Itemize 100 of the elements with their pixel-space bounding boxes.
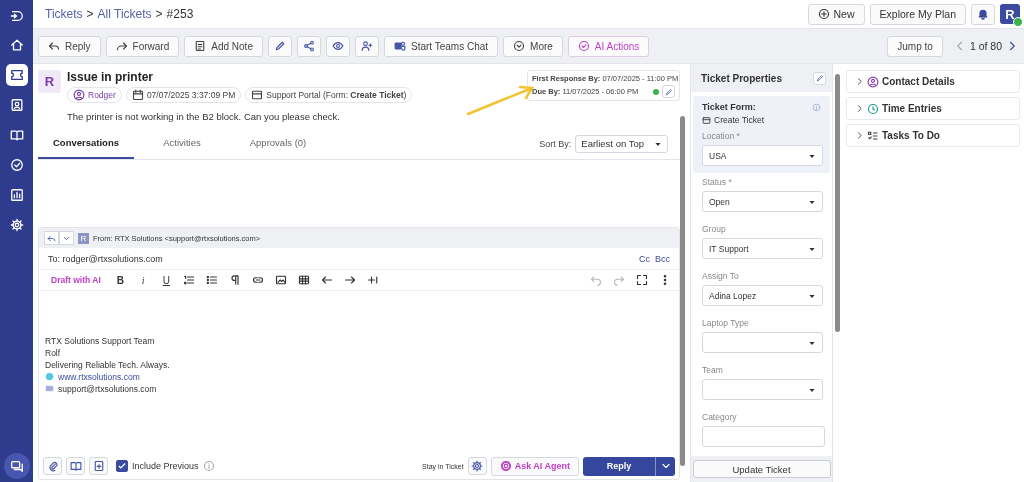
ask-ai-agent-button[interactable]: Ask AI Agent [490, 456, 579, 476]
pencil-icon [273, 40, 286, 52]
status-dot [653, 88, 659, 95]
flower-icon [499, 460, 512, 472]
sidebar-item[interactable] [5, 64, 28, 86]
chat-button[interactable] [3, 453, 30, 479]
scrollbar[interactable] [680, 116, 685, 466]
cc-link[interactable]: Cc [639, 253, 650, 264]
notifications-button[interactable] [971, 3, 995, 25]
reply-icon [47, 233, 56, 243]
eye-button[interactable] [325, 35, 350, 57]
reply-mode-button[interactable] [44, 231, 59, 245]
attach-button[interactable] [43, 457, 62, 475]
breadcrumb-current: #253 [166, 7, 194, 21]
accordion-section[interactable]: Tasks To Do [846, 124, 1020, 147]
reply-options-button[interactable] [655, 456, 675, 476]
info-icon [202, 460, 215, 472]
breadcrumb-link[interactable]: Tickets [45, 7, 83, 21]
user-icon [867, 75, 879, 88]
fullscreen-icon [635, 274, 648, 286]
field-label: Group [702, 224, 727, 234]
add-file-icon [92, 460, 105, 472]
contact-icon [9, 98, 24, 112]
draft-with-ai-button[interactable]: Draft with AI [51, 275, 107, 285]
form-icon [251, 89, 264, 101]
tab[interactable]: Conversations [38, 128, 134, 159]
share-icon [302, 40, 315, 52]
ticket-form-value: Create Ticket [714, 115, 765, 125]
pencil-icon [815, 74, 824, 82]
explore-plan-button[interactable]: Explore My Plan [869, 3, 966, 25]
forward-icon [115, 40, 128, 52]
ai-actions-button[interactable]: AI Actions [567, 35, 650, 57]
ticket-form-label: Ticket Form: [702, 102, 756, 112]
breadcrumb-separator: > [86, 7, 94, 21]
mail-icon [45, 384, 54, 393]
user-icon [73, 89, 85, 101]
book-icon [69, 460, 82, 472]
image-icon [275, 274, 288, 286]
chart-icon [9, 188, 24, 202]
field-label: Location * [702, 131, 741, 141]
toolbar-button[interactable]: Reply [38, 35, 101, 57]
select-field[interactable]: Adina Lopez [702, 285, 823, 306]
logo-icon [9, 9, 24, 23]
italic-button[interactable]: i [133, 272, 153, 288]
accordion-section[interactable]: Time Entries [846, 97, 1020, 120]
share-button[interactable] [296, 35, 321, 57]
breadcrumb-separator: > [155, 7, 163, 21]
paperclip-icon [46, 460, 59, 472]
include-previous-checkbox[interactable] [116, 460, 128, 472]
user-avatar[interactable]: R [1000, 4, 1020, 24]
input-field[interactable] [702, 426, 825, 447]
page-counter: 1 of 80 [969, 40, 1002, 52]
knowledge-base-button[interactable] [66, 457, 85, 475]
insert-button[interactable] [89, 457, 108, 475]
field-label: Category [702, 412, 738, 422]
settings-button[interactable] [467, 457, 487, 475]
sort-dropdown[interactable]: Earliest on Top [575, 134, 668, 153]
update-ticket-button[interactable]: Update Ticket [692, 460, 831, 478]
field-label: Laptop Type [702, 318, 750, 328]
reply-button[interactable]: Reply [583, 456, 655, 476]
gear-icon [9, 218, 24, 232]
toolbar-button[interactable]: Start Teams Chat [383, 35, 499, 57]
toolbar-button[interactable]: More [503, 35, 563, 57]
ticket-title: Issue in printer [67, 70, 155, 84]
scrollbar[interactable] [835, 74, 840, 332]
pencil-button[interactable] [267, 35, 292, 57]
to-address: To: rodger@rtxsolutions.com [48, 253, 163, 264]
bold-button[interactable]: B [110, 272, 130, 288]
eye-icon [331, 40, 344, 52]
select-field[interactable] [702, 379, 823, 400]
jump-to-button[interactable]: Jump to [887, 35, 943, 57]
select-field[interactable] [702, 332, 823, 353]
adduser-icon [360, 40, 373, 52]
teams-icon [393, 40, 406, 52]
reply-mode-dropdown[interactable] [59, 231, 74, 245]
chevron-icon [855, 77, 864, 86]
olist-icon [183, 274, 196, 286]
select-field[interactable]: Open [702, 191, 823, 212]
edit-button[interactable] [662, 85, 675, 98]
bell-icon [977, 8, 989, 20]
pencil-icon [664, 87, 673, 96]
edit-button[interactable] [813, 71, 826, 85]
accordion-section[interactable]: Contact Details [846, 70, 1020, 93]
select-field[interactable]: USA [702, 145, 823, 166]
right-icon [344, 274, 357, 286]
new-button[interactable]: New [807, 3, 865, 25]
toolbar-button[interactable]: Add Note [184, 35, 263, 57]
underline-button[interactable]: U [156, 272, 176, 288]
more-icon [513, 40, 526, 52]
adduser-button[interactable] [354, 35, 379, 57]
tab[interactable]: Approvals (0) [230, 128, 326, 159]
toolbar-button[interactable]: Forward [105, 35, 180, 57]
select-field[interactable]: IT Support [702, 238, 823, 259]
ulist-icon [206, 274, 219, 286]
tab[interactable]: Activities [134, 128, 230, 159]
chevron-icon [855, 104, 864, 113]
field-label: Assign To [702, 271, 740, 281]
bcc-link[interactable]: Bcc [655, 253, 670, 264]
website-link[interactable]: www.rtxsolutions.com [58, 371, 140, 382]
breadcrumb-link[interactable]: All Tickets [97, 7, 152, 21]
